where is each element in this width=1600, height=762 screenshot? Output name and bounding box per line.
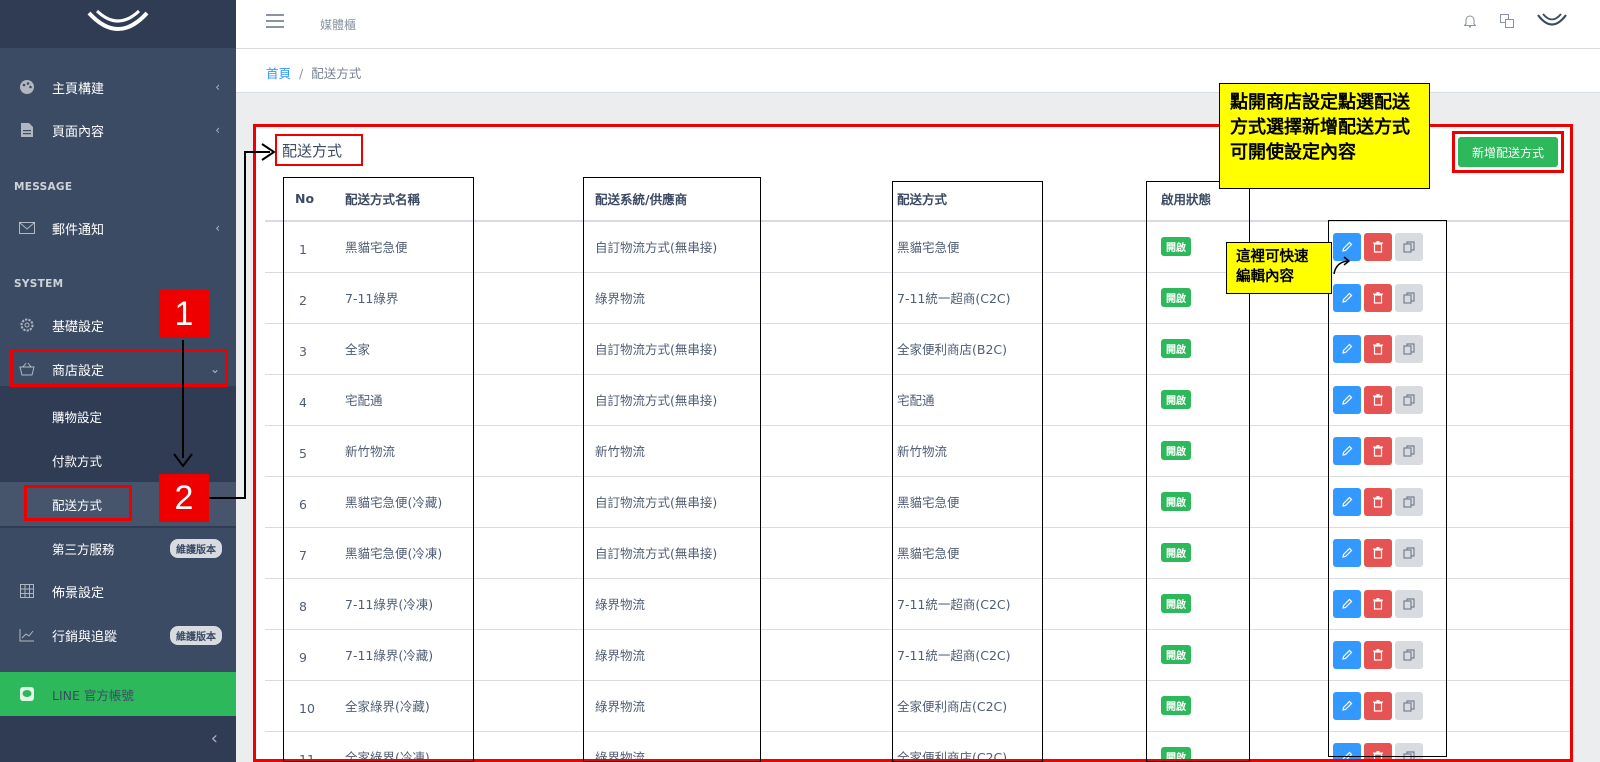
- line-icon: [18, 685, 36, 703]
- sidebar-item-label: 頁面內容: [52, 124, 105, 140]
- document-icon: [18, 121, 36, 139]
- breadcrumb-home-link[interactable]: 首頁: [266, 66, 291, 81]
- sidebar-item-label: 主頁構建: [52, 81, 105, 97]
- header-media-link[interactable]: 媒體櫃: [320, 16, 356, 33]
- chevron-left-icon: ‹: [210, 728, 218, 749]
- sidebar-subitem-shopping[interactable]: 購物設定: [0, 394, 236, 438]
- sidebar-item-theme[interactable]: 佈景設定: [0, 569, 236, 613]
- arrow-curve-up: [1333, 256, 1351, 275]
- arrow-head-right: [261, 143, 276, 161]
- bell-icon[interactable]: [1463, 14, 1477, 32]
- arrow-line: [182, 340, 184, 458]
- nav-section-title: SYSTEM: [14, 278, 64, 290]
- annotation-column-frame: [1328, 220, 1447, 757]
- step-1-marker: 1: [159, 290, 209, 338]
- chart-line-icon: [18, 626, 36, 644]
- annotation-column-frame: [583, 177, 761, 762]
- breadcrumb-current: 配送方式: [311, 66, 362, 81]
- annotation-note-edit: 這裡可快速編輯內容: [1226, 242, 1332, 294]
- sidebar-item-label: 佈景設定: [52, 585, 105, 601]
- header: 媒體櫃: [236, 0, 1600, 49]
- sidebar-item-label: LINE 官方帳號: [52, 687, 134, 703]
- breadcrumb-separator: /: [299, 66, 304, 81]
- hamburger-icon[interactable]: [266, 14, 284, 30]
- sidebar-item-label: 郵件通知: [52, 222, 105, 238]
- annotation-highlight-shipping: [24, 485, 132, 521]
- user-avatar-logo[interactable]: [1536, 12, 1568, 34]
- annotation-highlight-store: [10, 349, 228, 387]
- sidebar-item-marketing[interactable]: 行銷與追蹤 維護版本: [0, 613, 236, 657]
- arrow-line: [244, 151, 246, 499]
- nav-section-title: MESSAGE: [14, 181, 73, 193]
- envelope-icon: [18, 219, 36, 237]
- annotation-highlight-add: [1452, 131, 1564, 173]
- chevron-left-icon: ‹: [215, 221, 220, 235]
- sidebar-item-label: 第三方服務: [52, 541, 115, 557]
- sidebar-minimizer[interactable]: ‹: [0, 716, 236, 762]
- chevron-left-icon: ‹: [215, 123, 220, 137]
- sidebar-subitem-third-party[interactable]: 第三方服務 維護版本: [0, 526, 236, 570]
- sidebar-item-label: 行銷與追蹤: [52, 629, 118, 645]
- sidebar-item-page-content[interactable]: 頁面內容 ‹: [0, 108, 236, 152]
- grid-icon: [18, 582, 36, 600]
- brand-logo[interactable]: [0, 0, 236, 48]
- sidebar-item-label: 基礎設定: [52, 319, 105, 335]
- annotation-column-frame: [283, 177, 474, 762]
- gear-icon: [18, 316, 36, 334]
- annotation-column-frame: [892, 181, 1043, 762]
- sidebar-item-mail[interactable]: 郵件通知 ‹: [0, 206, 236, 250]
- step-2-marker: 2: [159, 474, 209, 522]
- breadcrumb: 首頁 / 配送方式: [266, 63, 361, 82]
- arrow-head-down: [173, 453, 193, 468]
- sidebar-item-homepage[interactable]: 主頁構建 ‹: [0, 65, 236, 109]
- annotation-note-main: 點開商店設定點選配送方式選擇新增配送方式可開使設定內容: [1219, 83, 1430, 189]
- palette-icon: [18, 78, 36, 96]
- annotation-highlight-title: [275, 134, 363, 166]
- maintenance-badge: 維護版本: [170, 538, 222, 558]
- sidebar-item-line[interactable]: LINE 官方帳號: [0, 672, 236, 716]
- maintenance-badge: 維護版本: [170, 625, 222, 645]
- chevron-left-icon: ‹: [215, 80, 220, 94]
- arrow-line: [209, 497, 246, 499]
- translate-icon[interactable]: [1500, 14, 1514, 32]
